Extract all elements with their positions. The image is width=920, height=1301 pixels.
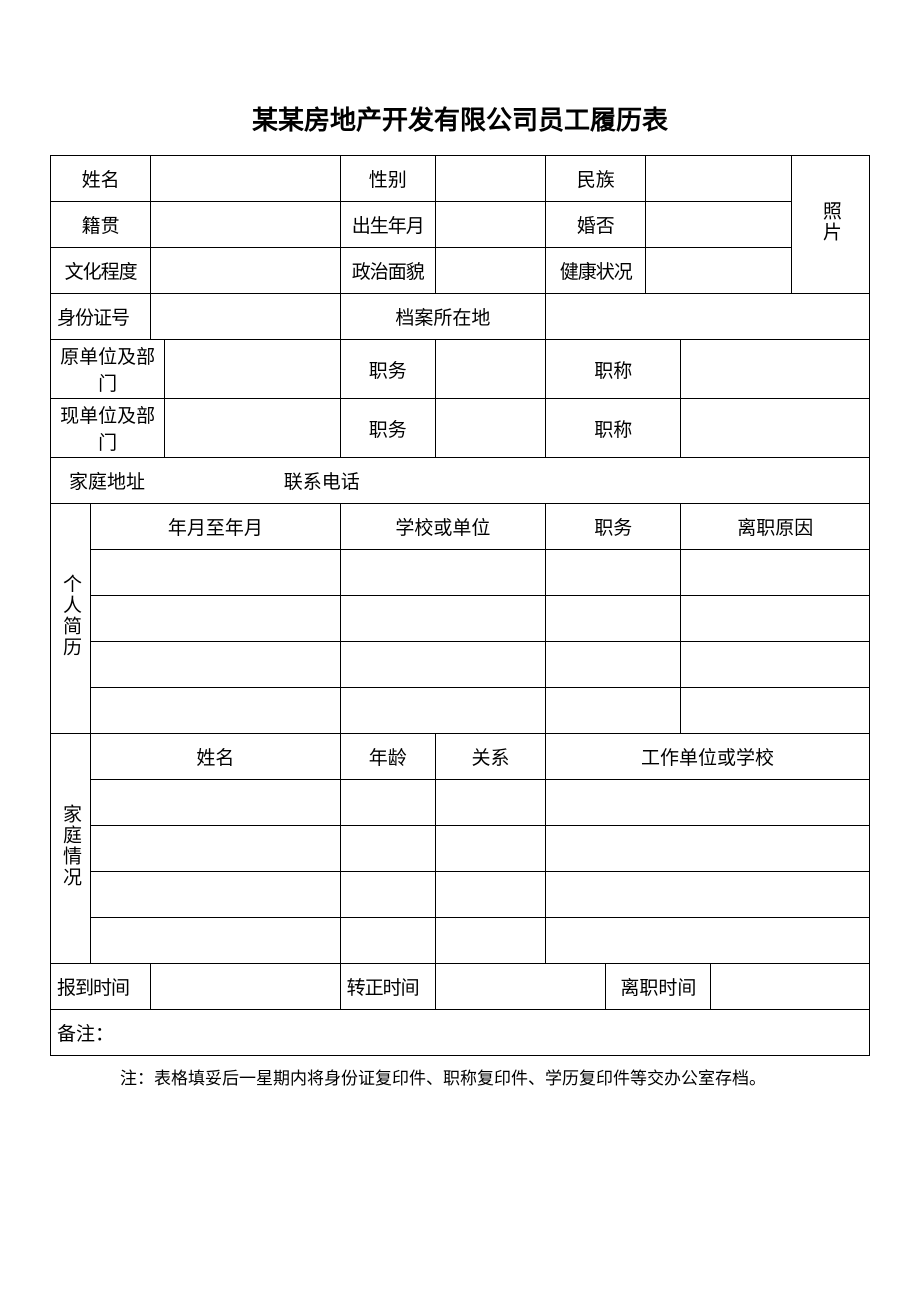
family-h-name: 姓名 [91,734,341,780]
resume-form-table: 姓名 性别 民族 照片 籍贯 出生年月 婚否 文化程度 政治面貌 健康状况 身份… [50,155,870,1056]
resume-row[interactable] [340,550,545,596]
resume-row[interactable] [546,596,681,642]
family-row[interactable] [91,780,341,826]
field-leave-time[interactable] [711,964,870,1010]
field-native-place[interactable] [151,202,340,248]
family-row[interactable] [546,780,870,826]
label-resume: 个人简历 [51,504,91,734]
label-current-position: 职务 [340,399,435,458]
label-archive-loc: 档案所在地 [340,294,545,340]
resume-h-leave: 离职原因 [681,504,870,550]
family-row[interactable] [340,872,435,918]
field-education[interactable] [151,248,340,294]
family-row[interactable] [340,780,435,826]
field-former-unit[interactable] [165,340,340,399]
field-former-title[interactable] [681,340,870,399]
family-row[interactable] [435,918,545,964]
row-home-phone[interactable]: 家庭地址 联系电话 [51,458,870,504]
resume-row[interactable] [546,642,681,688]
page-title: 某某房地产开发有限公司员工履历表 [50,100,870,137]
resume-row[interactable] [681,688,870,734]
label-former-unit: 原单位及部门 [51,340,165,399]
label-health: 健康状况 [546,248,646,294]
resume-row[interactable] [91,550,341,596]
label-id-number: 身份证号 [51,294,151,340]
resume-row[interactable] [681,550,870,596]
resume-row[interactable] [91,642,341,688]
family-h-relation: 关系 [435,734,545,780]
label-former-title: 职称 [546,340,681,399]
resume-h-period: 年月至年月 [91,504,341,550]
field-former-position[interactable] [435,340,545,399]
label-politics: 政治面貌 [340,248,435,294]
field-current-unit[interactable] [165,399,340,458]
resume-row[interactable] [91,688,341,734]
label-photo: 照片 [817,201,844,243]
family-h-age: 年龄 [340,734,435,780]
label-current-unit: 现单位及部门 [51,399,165,458]
label-report-time: 报到时间 [51,964,151,1010]
resume-row[interactable] [91,596,341,642]
family-row[interactable] [435,780,545,826]
family-row[interactable] [91,826,341,872]
field-health[interactable] [646,248,791,294]
family-row[interactable] [546,918,870,964]
resume-row[interactable] [681,642,870,688]
family-row[interactable] [546,826,870,872]
label-home-addr: 家庭地址 [57,467,157,494]
resume-row[interactable] [546,688,681,734]
resume-row[interactable] [340,642,545,688]
family-row[interactable] [546,872,870,918]
field-gender[interactable] [435,156,545,202]
label-former-position: 职务 [340,340,435,399]
label-phone: 联系电话 [162,467,482,494]
resume-row[interactable] [681,596,870,642]
field-report-time[interactable] [151,964,340,1010]
field-ethnicity[interactable] [646,156,791,202]
label-married: 婚否 [546,202,646,248]
field-married[interactable] [646,202,791,248]
resume-h-position: 职务 [546,504,681,550]
label-regular-time: 转正时间 [340,964,435,1010]
label-family: 家庭情况 [51,734,91,964]
resume-row[interactable] [340,596,545,642]
resume-row[interactable] [546,550,681,596]
resume-row[interactable] [340,688,545,734]
label-gender: 性别 [340,156,435,202]
family-row[interactable] [340,918,435,964]
family-h-work: 工作单位或学校 [546,734,870,780]
field-name[interactable] [151,156,340,202]
field-birth[interactable] [435,202,545,248]
family-row[interactable] [91,918,341,964]
photo-box[interactable]: 照片 [791,156,869,294]
label-leave-time: 离职时间 [606,964,711,1010]
family-row[interactable] [435,872,545,918]
family-row[interactable] [340,826,435,872]
family-row[interactable] [435,826,545,872]
field-id-number[interactable] [151,294,340,340]
family-row[interactable] [91,872,341,918]
field-current-position[interactable] [435,399,545,458]
field-current-title[interactable] [681,399,870,458]
label-ethnicity: 民族 [546,156,646,202]
field-regular-time[interactable] [435,964,605,1010]
field-archive-loc[interactable] [546,294,870,340]
label-native-place: 籍贯 [51,202,151,248]
field-politics[interactable] [435,248,545,294]
footnote: 注：表格填妥后一星期内将身份证复印件、职称复印件、学历复印件等交办公室存档。 [50,1064,870,1089]
label-education: 文化程度 [51,248,151,294]
label-remark[interactable]: 备注： [51,1010,870,1056]
resume-h-school: 学校或单位 [340,504,545,550]
label-current-title: 职称 [546,399,681,458]
label-name: 姓名 [51,156,151,202]
label-birth: 出生年月 [340,202,435,248]
